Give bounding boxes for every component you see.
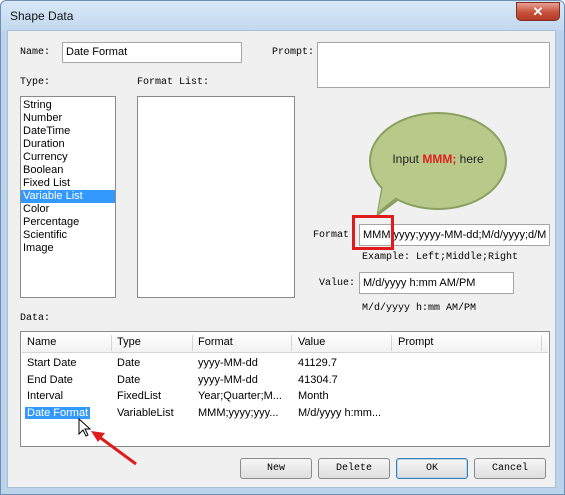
cell-name: Start Date	[27, 357, 77, 369]
format-example: Example: Left;Middle;Right	[362, 252, 519, 263]
type-list-item[interactable]: Variable List	[21, 190, 115, 203]
window-title: Shape Data	[10, 9, 74, 23]
prompt-label: Prompt:	[272, 47, 315, 58]
cell-value: 41304.7	[298, 373, 338, 386]
annotation-arrow	[78, 418, 137, 466]
table-row[interactable]: End Date Date yyyy-MM-dd 41304.7	[22, 373, 548, 389]
cell-format: yyyy-MM-dd	[198, 373, 258, 386]
delete-button[interactable]: Delete	[318, 458, 390, 479]
type-list-item[interactable]: String	[21, 99, 115, 112]
cancel-button[interactable]: Cancel	[474, 458, 546, 479]
column-separator	[192, 335, 193, 351]
prompt-input[interactable]	[317, 42, 550, 88]
ok-button[interactable]: OK	[396, 458, 468, 479]
table-row[interactable]: Start Date Date yyyy-MM-dd 41129.7	[22, 356, 548, 372]
title-bar: Shape Data ✕	[1, 1, 564, 31]
callout-prefix: Input	[392, 152, 423, 166]
column-separator	[291, 335, 292, 351]
cell-name: Date Format	[25, 406, 91, 419]
callout-text: Input MMM; here	[375, 152, 501, 166]
grid-header: Name Type Format Value Prompt	[22, 333, 548, 353]
table-row[interactable]: Interval FixedList Year;Quarter;M... Month	[22, 389, 548, 405]
cell-type: FixedList	[117, 390, 162, 402]
ok-button-label: OK	[425, 463, 438, 474]
type-listbox[interactable]: String Number DateTime Duration Currency Bool…	[20, 96, 116, 298]
new-button-label: New	[266, 463, 285, 474]
cell-format: Year;Quarter;M...	[198, 390, 282, 402]
name-input-value: Date Format	[66, 46, 128, 58]
column-header-format[interactable]: Format	[198, 336, 233, 348]
delete-button-label: Delete	[335, 463, 372, 474]
cell-type: Date	[117, 357, 141, 369]
format-listbox[interactable]	[137, 96, 295, 298]
type-list-item[interactable]: Currency	[21, 151, 115, 164]
cell-value: M/d/yyyy h:mm...	[298, 406, 382, 419]
cell-type: Date	[117, 373, 141, 386]
column-separator	[391, 335, 392, 351]
column-header-prompt[interactable]: Prompt	[398, 336, 433, 348]
cell-value: Month	[298, 390, 329, 402]
new-button[interactable]: New	[240, 458, 312, 479]
format-list-label: Format List:	[137, 77, 210, 88]
value-preview: M/d/yyyy h:mm AM/PM	[362, 303, 477, 314]
red-arrow-line	[97, 434, 137, 466]
type-list-item[interactable]: Number	[21, 112, 115, 125]
column-separator	[541, 335, 542, 351]
name-label: Name:	[20, 47, 51, 58]
type-list-item[interactable]: Scientific	[21, 229, 115, 242]
value-input-value: M/d/yyyy h:mm AM/PM	[363, 277, 476, 289]
close-button[interactable]: ✕	[516, 2, 560, 21]
callout-highlight: MMM;	[422, 152, 457, 166]
column-header-name[interactable]: Name	[27, 336, 56, 348]
format-label: Format	[313, 230, 350, 241]
cell-format: yyyy-MM-dd	[198, 357, 258, 369]
type-list-item[interactable]: Duration	[21, 138, 115, 151]
cell-value: 41129.7	[298, 357, 337, 369]
value-label: Value:	[319, 278, 356, 289]
close-icon: ✕	[532, 3, 544, 19]
column-header-value[interactable]: Value	[298, 336, 325, 348]
value-input[interactable]: M/d/yyyy h:mm AM/PM	[359, 272, 514, 294]
cancel-button-label: Cancel	[491, 463, 528, 474]
highlight-box	[352, 215, 394, 250]
cell-type: VariableList	[117, 406, 174, 419]
type-list-item[interactable]: DateTime	[21, 125, 115, 138]
cell-format: MMM;yyyy;yyy...	[198, 406, 279, 419]
name-input[interactable]: Date Format	[62, 42, 242, 63]
column-header-type[interactable]: Type	[117, 336, 141, 348]
type-list-item[interactable]: Fixed List	[21, 177, 115, 190]
type-list-item[interactable]: Percentage	[21, 216, 115, 229]
data-label: Data:	[20, 313, 51, 324]
cell-name: Interval	[27, 390, 64, 402]
callout-suffix: here	[456, 152, 484, 166]
type-list-item[interactable]: Color	[21, 203, 115, 216]
cell-name: End Date	[27, 373, 73, 386]
type-label: Type:	[20, 77, 51, 88]
type-list-item[interactable]: Image	[21, 242, 115, 255]
column-separator	[111, 335, 112, 351]
type-list-item[interactable]: Boolean	[21, 164, 115, 177]
mouse-cursor-icon	[78, 418, 92, 437]
